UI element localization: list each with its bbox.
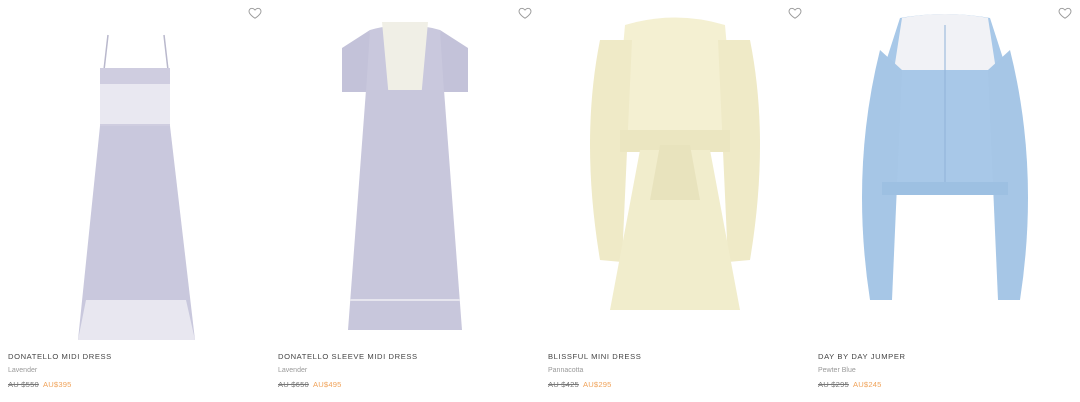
product-name[interactable]: DAY BY DAY JUMPER	[818, 352, 1072, 361]
product-color: Lavender	[8, 367, 38, 374]
product-image[interactable]	[540, 0, 810, 345]
heart-outline-icon[interactable]	[248, 6, 262, 20]
product-info: DONATELLO MIDI DRESS Lavender AU $550 AU$…	[8, 352, 262, 389]
heart-outline-icon[interactable]	[518, 6, 532, 20]
product-card[interactable]: DONATELLO SLEEVE MIDI DRESS Lavender AU …	[270, 0, 540, 402]
product-price: AU $650 AU$495	[278, 380, 532, 389]
product-image[interactable]	[270, 0, 540, 345]
product-info: BLISSFUL MINI DRESS Pannacotta AU $425 AU…	[548, 352, 802, 389]
product-color: Pannacotta	[548, 367, 584, 374]
sale-price: AU$495	[312, 380, 342, 389]
sweater-illustration	[862, 14, 1028, 300]
sale-price: AU$295	[582, 380, 612, 389]
product-name[interactable]: DONATELLO MIDI DRESS	[8, 352, 262, 361]
product-color: Pewter Blue	[818, 367, 856, 374]
original-price: AU $295	[818, 380, 849, 389]
dress-illustration	[342, 22, 468, 330]
original-price: AU $650	[278, 380, 309, 389]
original-price: AU $425	[548, 380, 579, 389]
heart-outline-icon[interactable]	[788, 6, 802, 20]
product-price: AU $550 AU$395	[8, 380, 262, 389]
dress-illustration	[590, 17, 760, 310]
original-price: AU $550	[8, 380, 39, 389]
product-image[interactable]	[0, 0, 270, 345]
product-grid: DONATELLO MIDI DRESS Lavender AU $550 AU$…	[0, 0, 1080, 402]
product-price: AU $295 AU$245	[818, 380, 1072, 389]
sale-price: AU$395	[42, 380, 72, 389]
product-name[interactable]: DONATELLO SLEEVE MIDI DRESS	[278, 352, 532, 361]
product-card[interactable]: DAY BY DAY JUMPER Pewter Blue AU $295 AU$…	[810, 0, 1080, 402]
product-color: Lavender	[278, 367, 308, 374]
dress-illustration	[78, 34, 195, 340]
heart-outline-icon[interactable]	[1058, 6, 1072, 20]
product-name[interactable]: BLISSFUL MINI DRESS	[548, 352, 802, 361]
product-info: DAY BY DAY JUMPER Pewter Blue AU $295 AU$…	[818, 352, 1072, 389]
product-card[interactable]: BLISSFUL MINI DRESS Pannacotta AU $425 AU…	[540, 0, 810, 402]
product-info: DONATELLO SLEEVE MIDI DRESS Lavender AU …	[278, 352, 532, 389]
product-price: AU $425 AU$295	[548, 380, 802, 389]
product-card[interactable]: DONATELLO MIDI DRESS Lavender AU $550 AU$…	[0, 0, 270, 402]
sale-price: AU$245	[852, 380, 882, 389]
product-image[interactable]	[810, 0, 1080, 345]
